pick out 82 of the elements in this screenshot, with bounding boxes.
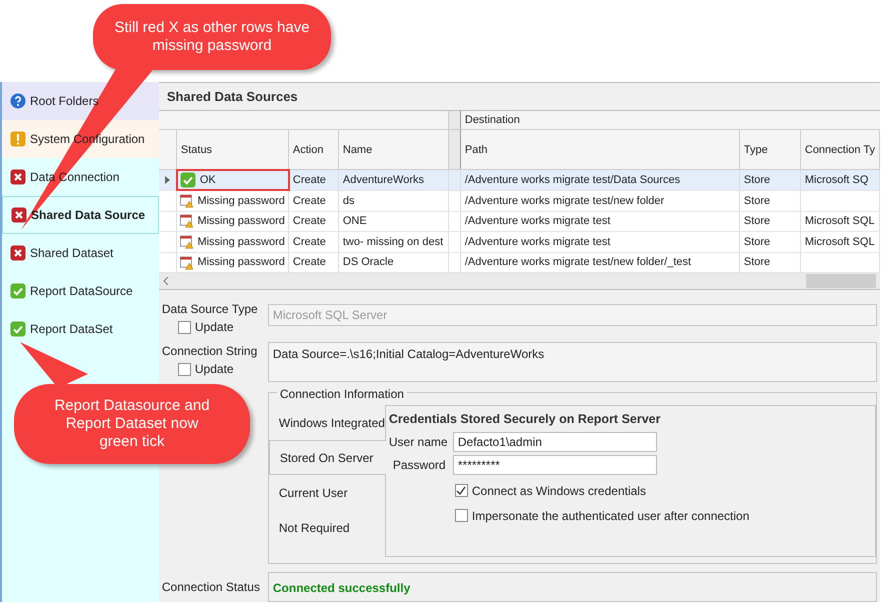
scrollbar-thumb[interactable] [806, 274, 876, 288]
calendar-warning-icon [180, 213, 194, 230]
tab[interactable]: Not Required [268, 510, 385, 545]
status-text: Missing password [197, 234, 285, 250]
checkbox[interactable] [178, 362, 191, 376]
table-cell: Store [740, 191, 801, 211]
table-cell: Create [288, 170, 339, 190]
tab[interactable]: Current User [268, 475, 385, 510]
field-label: Connection Status [162, 579, 261, 596]
check-icon [10, 321, 26, 337]
table-cell: AdventureWorks [338, 170, 449, 190]
table-cell: Store [740, 212, 801, 232]
table-cell: Store [740, 252, 801, 272]
column-group-header: Destination [464, 112, 521, 128]
row-pointer-icon [164, 176, 170, 184]
tab[interactable]: Stored On Server [268, 440, 386, 475]
status-text: Missing password [197, 194, 285, 209]
column-header[interactable]: Status [176, 130, 289, 170]
table-cell: Microsoft SQ [800, 170, 880, 190]
tab[interactable]: Windows Integrated [268, 405, 385, 440]
table-cell: two- missing on dest [338, 232, 449, 252]
status-text: OK [200, 172, 216, 188]
table-cell: Microsoft SQL [800, 212, 880, 232]
table-cell: Store [740, 232, 801, 252]
table-cell: Create [288, 191, 339, 211]
sidebar-item[interactable]: Shared Data Source [2, 196, 159, 234]
connection-status-field: Connected successfully [268, 572, 877, 602]
grid-row[interactable]: Missing password Create ds /Adventure works migrate test/new folder Store [158, 191, 880, 212]
field-label: Password [392, 456, 447, 474]
status-text: Missing password [197, 255, 285, 270]
callout: Still red X as other rows have missing password [93, 4, 331, 70]
calendar-warning-icon [180, 254, 194, 271]
table-cell: /Adventure works migrate test/Data Sources [460, 170, 740, 190]
column-splitter[interactable] [448, 130, 461, 170]
checkbox-label: Update [194, 361, 234, 378]
table-cell: ONE [338, 212, 449, 232]
table-cell: ds [338, 191, 449, 211]
field-label: User name [388, 434, 449, 451]
checkmark-icon [456, 486, 466, 496]
checkbox-label: Update [194, 319, 234, 336]
column-header[interactable]: Action [288, 130, 339, 170]
password-field[interactable]: ********* [452, 454, 657, 475]
field-label: Connection String [162, 343, 258, 360]
table-cell: /Adventure works migrate test [460, 212, 740, 232]
table-cell: /Adventure works migrate test/new folder/_test [460, 252, 740, 272]
exclamation-icon [10, 131, 26, 147]
question-icon [10, 93, 26, 109]
column-header[interactable]: Connection Ty [800, 130, 880, 170]
calendar-warning-icon [180, 192, 194, 209]
table-cell: Microsoft SQL [800, 232, 880, 252]
table-cell: DS Oracle [338, 252, 449, 272]
check-icon [10, 283, 26, 299]
cross-icon [11, 207, 27, 223]
checkbox[interactable] [454, 484, 468, 498]
scroll-left-icon [162, 277, 169, 286]
grid-row[interactable]: Missing password Create DS Oracle /Adventure works migrate test/new folder/_test Store [158, 252, 880, 274]
table-cell: Create [288, 232, 339, 252]
user-name-field[interactable]: Defacto1\admin [452, 432, 657, 452]
horizontal-scrollbar[interactable] [158, 273, 880, 289]
section-heading: Credentials Stored Securely on Report Server [388, 411, 662, 428]
table-cell: Create [288, 252, 339, 272]
connection-string-field[interactable]: Data Source=.\s16;Initial Catalog=AdventureWorks [268, 342, 877, 382]
cross-icon [10, 245, 26, 261]
column-header[interactable]: Path [460, 130, 740, 170]
grid-row[interactable]: OK Create AdventureWorks /Adventure works migrate test/Data Sources Store Microsoft SQ [158, 170, 880, 192]
checkbox-label: Connect as Windows credentials [472, 482, 646, 500]
calendar-warning-icon [180, 234, 194, 250]
table-cell: Create [288, 212, 339, 232]
field-label: Data Source Type [162, 301, 259, 318]
checkbox-label: Impersonate the authenticated user after connection [472, 508, 750, 525]
cross-icon [10, 169, 26, 185]
grid-row[interactable]: Missing password Create ONE /Adventure works migrate test Store Microsoft SQL [158, 212, 880, 232]
panel-title: Shared Data Sources [166, 88, 299, 106]
status-text: Missing password [197, 214, 285, 230]
column-header[interactable]: Type [740, 130, 801, 170]
table-cell: /Adventure works migrate test/new folder [460, 191, 740, 211]
table-cell: /Adventure works migrate test [460, 232, 740, 252]
checkbox[interactable] [454, 509, 468, 522]
table-cell: Store [740, 170, 801, 190]
column-splitter[interactable] [448, 110, 461, 130]
check-icon [180, 172, 196, 188]
grid-row[interactable]: Missing password Create two- missing on dest /Adventure works migrate test Store Microsoft SQL [158, 232, 880, 253]
